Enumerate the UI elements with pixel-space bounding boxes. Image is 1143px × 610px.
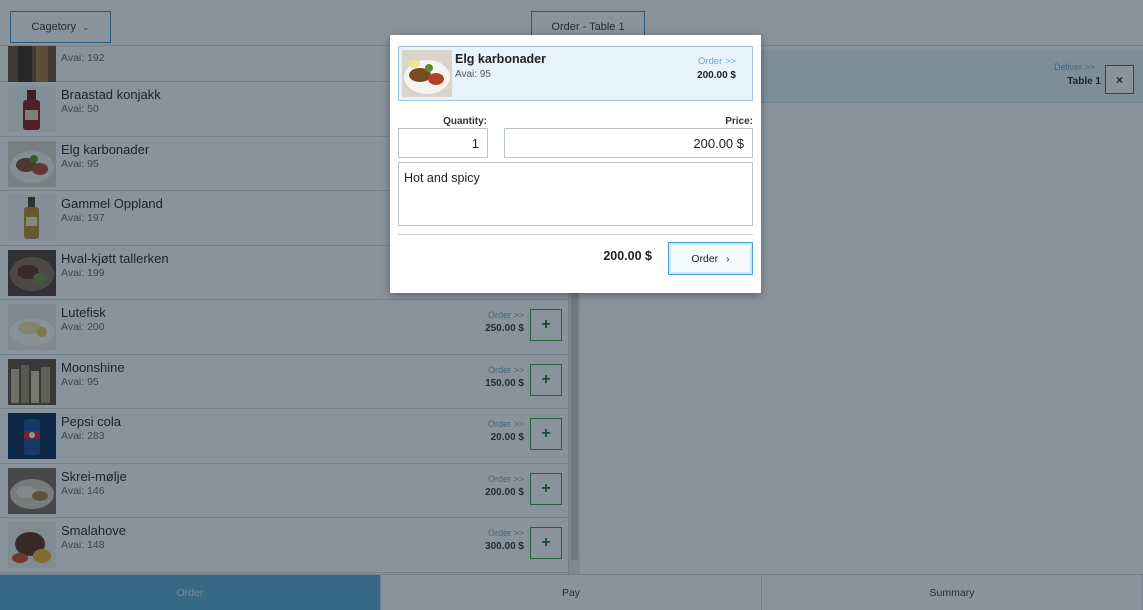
product-price: 200.00 $ bbox=[697, 70, 736, 81]
order-item-dialog: Elg karbonader Avai: 95 Order >> 200.00 … bbox=[390, 35, 761, 293]
selected-product: Elg karbonader Avai: 95 Order >> 200.00 … bbox=[398, 46, 753, 101]
quantity-input[interactable] bbox=[398, 128, 488, 158]
price-input[interactable] bbox=[504, 128, 753, 158]
product-thumbnail bbox=[402, 50, 452, 97]
order-button[interactable]: Order › bbox=[668, 242, 753, 275]
product-availability: Avai: 95 bbox=[455, 69, 491, 80]
chevron-right-icon: › bbox=[726, 252, 730, 265]
price-label: Price: bbox=[725, 116, 753, 127]
divider bbox=[398, 234, 753, 235]
product-name: Elg karbonader bbox=[455, 52, 546, 66]
order-link[interactable]: Order >> bbox=[698, 56, 736, 67]
note-textarea[interactable]: Hot and spicy bbox=[398, 162, 753, 226]
order-button-label: Order bbox=[691, 252, 719, 265]
order-total: 200.00 $ bbox=[603, 249, 652, 263]
quantity-label: Quantity: bbox=[443, 116, 487, 127]
